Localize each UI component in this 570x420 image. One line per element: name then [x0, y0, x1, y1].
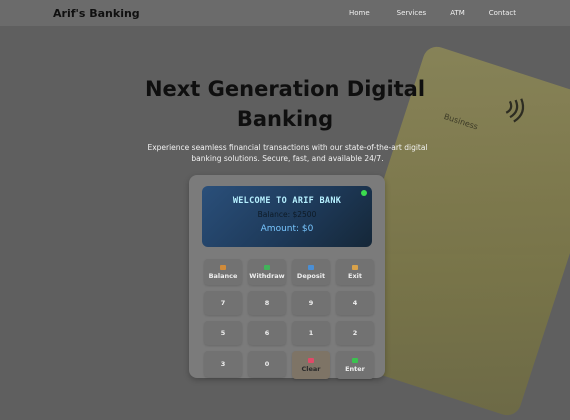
key-6[interactable]: 6	[248, 321, 286, 345]
nav-links: Home Services ATM Contact	[349, 9, 516, 17]
brand-logo[interactable]: Arif's Banking	[53, 7, 140, 20]
nav-link-home[interactable]: Home	[349, 9, 370, 17]
cash-icon	[264, 264, 270, 270]
key-1[interactable]: 1	[292, 321, 330, 345]
key-7[interactable]: 7	[204, 291, 242, 315]
balance-button-label: Balance	[208, 271, 238, 280]
key-9[interactable]: 9	[292, 291, 330, 315]
nav-link-contact[interactable]: Contact	[489, 9, 516, 17]
atm-screen: WELCOME TO ARIF BANK Balance: $2500 Amou…	[202, 186, 372, 247]
enter-button[interactable]: Enter	[336, 351, 374, 379]
clear-icon	[308, 357, 314, 363]
amount-display: Amount: $0	[260, 224, 314, 234]
key-2[interactable]: 2	[336, 321, 374, 345]
nav-link-services[interactable]: Services	[397, 9, 427, 17]
balance-button[interactable]: Balance	[204, 259, 242, 285]
door-icon	[352, 264, 358, 270]
clear-button-label: Clear	[301, 364, 321, 373]
deposit-icon	[308, 264, 314, 270]
key-3[interactable]: 3	[204, 351, 242, 377]
enter-button-label: Enter	[345, 364, 365, 373]
hero-subtitle: Experience seamless financial transactio…	[140, 142, 435, 164]
clear-button[interactable]: Clear	[292, 351, 330, 379]
top-navbar: Arif's Banking Home Services ATM Contact	[0, 0, 570, 26]
exit-button-label: Exit	[348, 271, 362, 280]
hero-title-line2: Banking	[236, 107, 334, 131]
hero-title: Next Generation Digital Banking	[0, 74, 570, 134]
atm-keypad: Balance Withdraw Deposit Exit 7 8 9 4 5 …	[204, 259, 374, 379]
status-led	[361, 190, 367, 196]
wallet-icon	[220, 264, 226, 270]
nav-link-atm[interactable]: ATM	[450, 9, 465, 17]
check-icon	[352, 357, 358, 363]
hero-subtitle-line1: Experience seamless financial transactio…	[147, 143, 428, 152]
withdraw-button[interactable]: Withdraw	[248, 259, 286, 285]
welcome-message: WELCOME TO ARIF BANK	[232, 196, 342, 206]
hero-title-line1: Next Generation Digital	[144, 77, 426, 101]
key-5[interactable]: 5	[204, 321, 242, 345]
deposit-button[interactable]: Deposit	[292, 259, 330, 285]
exit-button[interactable]: Exit	[336, 259, 374, 285]
key-0[interactable]: 0	[248, 351, 286, 377]
key-4[interactable]: 4	[336, 291, 374, 315]
atm-panel: WELCOME TO ARIF BANK Balance: $2500 Amou…	[189, 175, 385, 379]
withdraw-button-label: Withdraw	[249, 271, 285, 280]
deposit-button-label: Deposit	[296, 271, 326, 280]
key-8[interactable]: 8	[248, 291, 286, 315]
hero-subtitle-line2: banking solutions. Secure, fast, and ava…	[191, 154, 384, 163]
balance-display: Balance: $2500	[257, 210, 317, 219]
